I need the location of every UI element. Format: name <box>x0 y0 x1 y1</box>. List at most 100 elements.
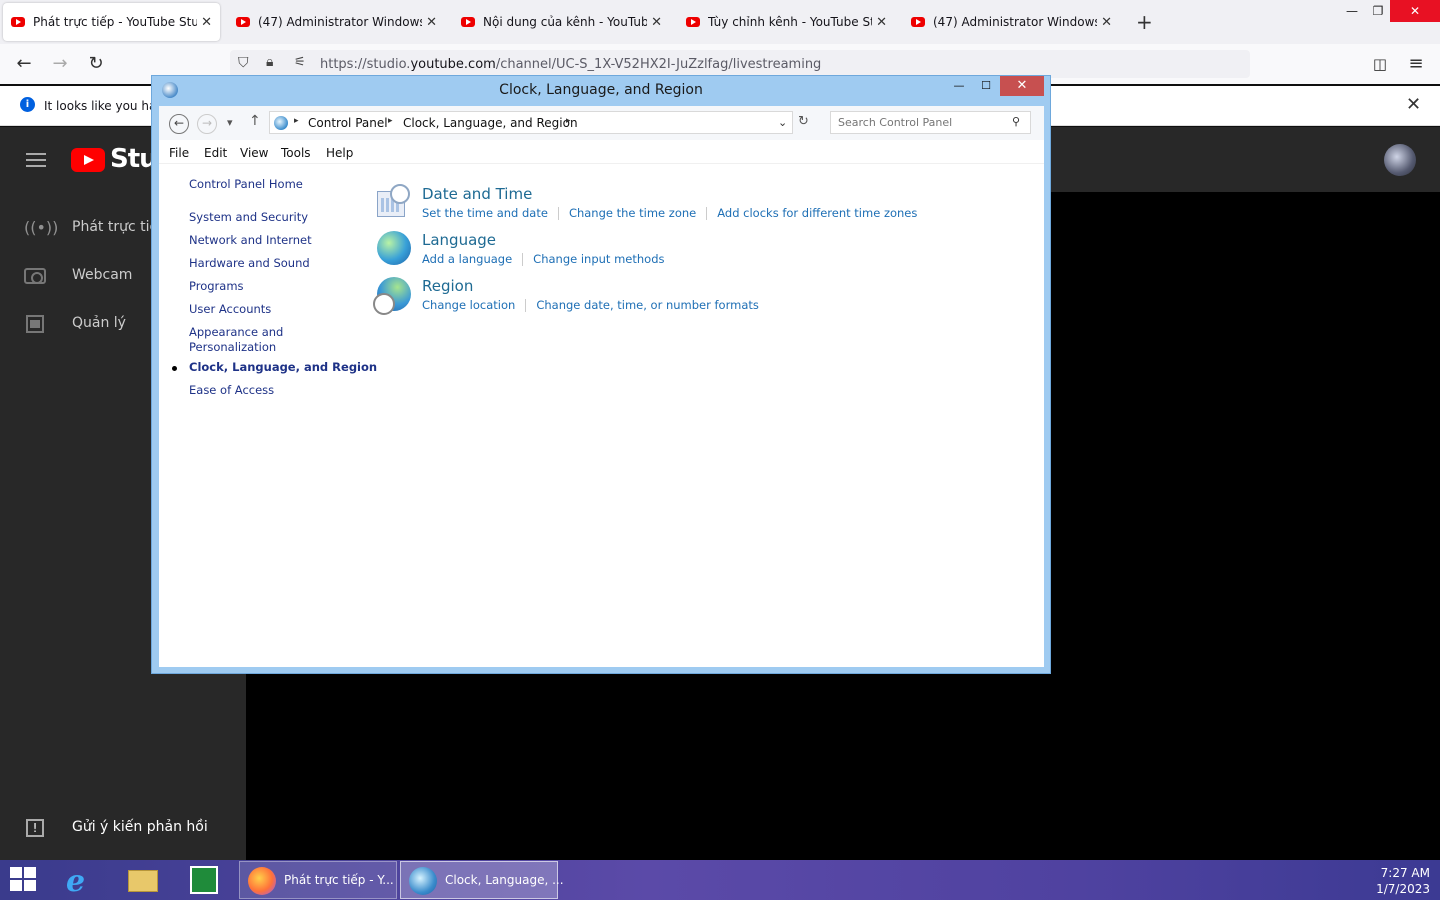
refresh-icon[interactable]: ↻ <box>798 114 809 129</box>
control-panel-icon <box>409 867 437 895</box>
link-add-clocks[interactable]: Add clocks for different time zones <box>717 206 917 220</box>
browser-tab[interactable]: Phát trực tiếp - YouTube Studio ✕ <box>3 3 220 41</box>
tab-label: (47) Administrator Windows Ser <box>258 15 423 29</box>
reload-icon[interactable]: ↻ <box>86 54 106 74</box>
tab-close-icon[interactable]: ✕ <box>426 15 437 30</box>
close-window-icon[interactable]: ✕ <box>1390 0 1440 22</box>
youtube-favicon-icon <box>911 17 925 27</box>
forward-arrow-icon[interactable]: → <box>197 114 217 134</box>
breadcrumb-item[interactable]: Control Panel <box>308 116 388 130</box>
calendar-icon <box>26 315 44 333</box>
browser-tab[interactable]: (47) Administrator Windows Ser ✕ <box>903 3 1120 41</box>
nav-programs[interactable]: Programs <box>189 279 244 294</box>
pocket-icon[interactable]: ◫ <box>1370 54 1390 74</box>
breadcrumb-item[interactable]: Clock, Language, and Region <box>403 116 578 130</box>
menu-bar: File Edit View Tools Help <box>159 142 1044 164</box>
new-tab-plus-icon[interactable]: + <box>1136 10 1153 34</box>
hamburger-menu-icon[interactable] <box>26 153 46 167</box>
youtube-logo-icon[interactable] <box>71 148 105 172</box>
back-arrow-icon[interactable]: ← <box>169 114 189 134</box>
link-add-language[interactable]: Add a language <box>422 252 512 266</box>
store-icon[interactable] <box>182 862 228 898</box>
menu-help[interactable]: Help <box>326 146 353 160</box>
up-arrow-icon[interactable]: ↑ <box>249 113 261 129</box>
sidebar-item-feedback[interactable]: ! Gửi ý kiến phản hồi <box>0 804 246 852</box>
language-globe-icon <box>377 231 411 265</box>
forward-arrow-icon[interactable]: → <box>50 54 70 74</box>
search-input[interactable] <box>838 115 1008 130</box>
link-separator <box>522 253 524 266</box>
youtube-favicon-icon <box>11 17 25 27</box>
breadcrumb-chevron-icon[interactable]: ▸ <box>294 116 299 126</box>
nav-appearance-and-personalization[interactable]: Appearance and <box>189 325 283 340</box>
tab-close-icon[interactable]: ✕ <box>876 15 887 30</box>
nav-hardware-and-sound[interactable]: Hardware and Sound <box>189 256 310 271</box>
windows-logo-pane <box>10 880 22 891</box>
control-panel-title-bar[interactable]: Clock, Language, and Region — ☐ ✕ <box>152 76 1050 104</box>
control-panel-client: ← → ▾ ↑ ▸ Control Panel ▸ Clock, Languag… <box>159 106 1044 667</box>
menu-tools[interactable]: Tools <box>281 146 311 160</box>
system-clock[interactable]: 7:27 AM 1/7/2023 <box>1360 865 1430 897</box>
category-links: Add a language Change input methods <box>422 252 665 266</box>
category-title[interactable]: Date and Time <box>422 185 532 203</box>
nav-clock-language-region[interactable]: Clock, Language, and Region <box>189 360 377 375</box>
link-change-input-methods[interactable]: Change input methods <box>533 252 664 266</box>
menu-edit[interactable]: Edit <box>204 146 227 160</box>
notification-close-icon[interactable]: ✕ <box>1406 94 1421 115</box>
taskbar-task-control-panel[interactable]: Clock, Language, ... <box>400 861 564 899</box>
app-menu-icon[interactable]: ≡ <box>1406 54 1426 74</box>
minimize-icon[interactable]: — <box>946 76 972 96</box>
lock-icon[interactable]: 🔒︎ <box>266 54 273 70</box>
category-region: Region Change location Change date, time,… <box>373 277 1037 321</box>
browser-tab[interactable]: Nội dung của kênh - YouTube S ✕ <box>453 3 670 41</box>
nav-ease-of-access[interactable]: Ease of Access <box>189 383 274 398</box>
browser-tab[interactable]: (47) Administrator Windows Ser ✕ <box>228 3 445 41</box>
tab-close-icon[interactable]: ✕ <box>1101 15 1112 30</box>
window-title: Clock, Language, and Region <box>499 82 703 98</box>
recent-locations-chevron-icon[interactable]: ▾ <box>227 116 233 129</box>
category-title[interactable]: Region <box>422 277 473 295</box>
task-label: Phát trực tiếp - Y... <box>284 873 394 887</box>
maximize-icon[interactable]: ☐ <box>973 76 999 96</box>
permissions-icon[interactable]: ⚟ <box>294 55 306 70</box>
nav-system-and-security[interactable]: System and Security <box>189 210 308 225</box>
breadcrumb-chevron-icon[interactable]: ▸ <box>388 116 393 126</box>
browser-tab[interactable]: Tùy chỉnh kênh - YouTube Studi ✕ <box>678 3 895 41</box>
nav-network-and-internet[interactable]: Network and Internet <box>189 233 312 248</box>
internet-explorer-icon[interactable]: e <box>58 862 104 899</box>
left-navigation-pane: Control Panel Home System and Security N… <box>159 164 377 664</box>
nav-control-panel-home[interactable]: Control Panel Home <box>189 177 303 192</box>
avatar[interactable] <box>1384 144 1416 176</box>
search-icon[interactable]: ⚲ <box>1012 115 1020 128</box>
date-and-time-icon <box>377 184 410 217</box>
tab-close-icon[interactable]: ✕ <box>201 15 212 30</box>
file-explorer-icon[interactable] <box>120 862 166 898</box>
nav-appearance-and-personalization[interactable]: Personalization <box>189 340 276 355</box>
live-broadcast-icon: ((•)) <box>24 218 59 237</box>
start-windows-icon[interactable] <box>10 867 38 893</box>
address-dropdown-icon[interactable]: ⌄ <box>778 116 787 129</box>
taskbar-task-firefox[interactable]: Phát trực tiếp - Y... <box>239 861 397 899</box>
region-globe-clock-icon <box>373 277 411 315</box>
tracking-shield-icon[interactable]: ⛉ <box>238 55 249 71</box>
windows-logo-pane <box>24 880 36 891</box>
category-date-and-time: Date and Time Set the time and date Chang… <box>377 184 1037 229</box>
menu-view[interactable]: View <box>240 146 268 160</box>
category-title[interactable]: Language <box>422 231 496 249</box>
back-arrow-icon[interactable]: ← <box>14 54 34 74</box>
breadcrumb[interactable]: ▸ Control Panel ▸ Clock, Language, and R… <box>269 111 793 134</box>
breadcrumb-chevron-icon[interactable]: ▸ <box>566 116 571 126</box>
link-change-time-zone[interactable]: Change the time zone <box>569 206 696 220</box>
link-change-location[interactable]: Change location <box>422 298 515 312</box>
youtube-favicon-icon <box>686 17 700 27</box>
nav-user-accounts[interactable]: User Accounts <box>189 302 271 317</box>
link-set-time-and-date[interactable]: Set the time and date <box>422 206 548 220</box>
url-bar[interactable]: ⛉ 🔒︎ ⚟ https://studio.youtube.com/channe… <box>230 50 1250 78</box>
tab-label: Tùy chỉnh kênh - YouTube Studi <box>708 15 872 29</box>
menu-file[interactable]: File <box>169 146 189 160</box>
tab-close-icon[interactable]: ✕ <box>651 15 662 30</box>
link-change-formats[interactable]: Change date, time, or number formats <box>536 298 759 312</box>
clock-time: 7:27 AM <box>1380 866 1430 880</box>
close-icon[interactable]: ✕ <box>1000 76 1044 96</box>
url-text[interactable]: https://studio.youtube.com/channel/UC-S_… <box>320 57 821 72</box>
